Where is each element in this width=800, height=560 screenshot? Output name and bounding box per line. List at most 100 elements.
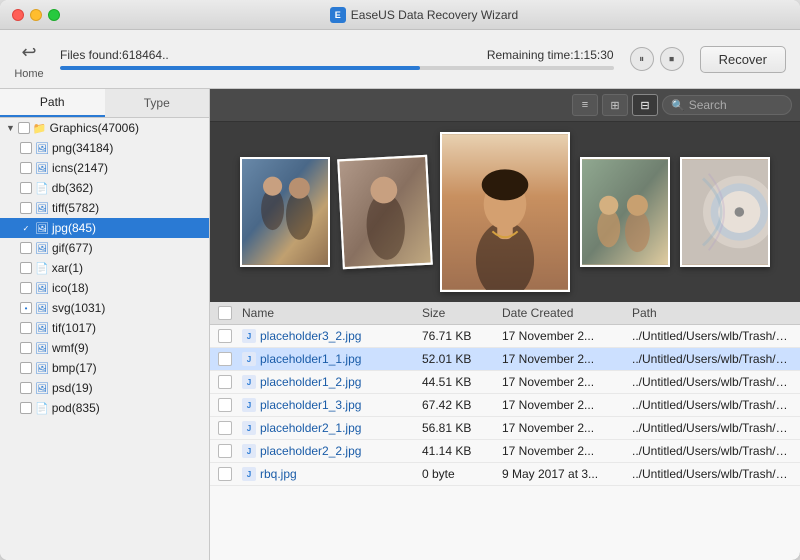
- file-checkbox-6[interactable]: [218, 444, 232, 458]
- checkbox-svg[interactable]: •: [20, 302, 32, 314]
- file-checkbox-1[interactable]: [218, 329, 232, 343]
- file-date-4: 17 November 2...: [502, 398, 632, 412]
- file-row[interactable]: J placeholder2_1.jpg 56.81 KB 17 Novembe…: [210, 417, 800, 440]
- sidebar-item-bmp[interactable]: 🖼 bmp(17): [0, 358, 209, 378]
- app-window: E EaseUS Data Recovery Wizard ↩ Home Fil…: [0, 0, 800, 560]
- thumbnails-area: [210, 122, 800, 302]
- checkbox-xar[interactable]: [20, 262, 32, 274]
- thumbnail-1[interactable]: [240, 157, 330, 267]
- select-all-checkbox[interactable]: [218, 306, 232, 320]
- sidebar: Path Type ▼ 📁 Graphics(47006) 🖼 png(3418…: [0, 89, 210, 560]
- home-label: Home: [14, 68, 43, 80]
- file-type-icon-3: J: [242, 375, 256, 389]
- file-type-icon-6: J: [242, 444, 256, 458]
- stop-button[interactable]: ⏹: [660, 47, 684, 71]
- file-icon-pod: 📄: [35, 402, 49, 415]
- thumbnail-5[interactable]: [680, 157, 770, 267]
- file-path-2: ../Untitled/Users/wlb/Trash/paul'...: [632, 352, 792, 366]
- file-row[interactable]: J rbq.jpg 0 byte 9 May 2017 at 3... ../U…: [210, 463, 800, 486]
- sidebar-item-jpg[interactable]: 🖼 jpg(845): [0, 218, 209, 238]
- main-content: Path Type ▼ 📁 Graphics(47006) 🖼 png(3418…: [0, 89, 800, 560]
- thumbnail-4[interactable]: [580, 157, 670, 267]
- file-date-6: 17 November 2...: [502, 444, 632, 458]
- file-type-icon-2: J: [242, 352, 256, 366]
- thumb-view-button[interactable]: ⊟: [632, 94, 658, 116]
- file-date-1: 17 November 2...: [502, 329, 632, 343]
- file-row[interactable]: J placeholder1_1.jpg 52.01 KB 17 Novembe…: [210, 348, 800, 371]
- sidebar-item-pod[interactable]: 📄 pod(835): [0, 398, 209, 418]
- item-label-jpg: jpg(845): [52, 221, 96, 235]
- close-button[interactable]: [12, 9, 24, 21]
- progress-bar: [60, 66, 614, 70]
- checkbox-graphics[interactable]: [18, 122, 30, 134]
- file-checkbox-4[interactable]: [218, 398, 232, 412]
- file-size-2: 52.01 KB: [422, 352, 502, 366]
- sidebar-item-db[interactable]: 📄 db(362): [0, 178, 209, 198]
- thumbnail-3[interactable]: [440, 132, 570, 292]
- file-row[interactable]: J placeholder1_3.jpg 67.42 KB 17 Novembe…: [210, 394, 800, 417]
- file-checkbox-7[interactable]: [218, 467, 232, 481]
- checkbox-ico[interactable]: [20, 282, 32, 294]
- back-button[interactable]: ↩: [14, 38, 44, 66]
- sidebar-item-tiff1[interactable]: 🖼 tiff(5782): [0, 198, 209, 218]
- sidebar-item-icns[interactable]: 🖼 icns(2147): [0, 158, 209, 178]
- checkbox-gif[interactable]: [20, 242, 32, 254]
- sidebar-item-graphics[interactable]: ▼ 📁 Graphics(47006): [0, 118, 209, 138]
- file-checkbox-5[interactable]: [218, 421, 232, 435]
- sidebar-item-psd[interactable]: 🖼 psd(19): [0, 378, 209, 398]
- home-section: ↩ Home: [14, 38, 44, 80]
- file-row[interactable]: J placeholder1_2.jpg 44.51 KB 17 Novembe…: [210, 371, 800, 394]
- checkbox-pod[interactable]: [20, 402, 32, 414]
- item-label-xar: xar(1): [52, 261, 83, 275]
- window-controls: [12, 9, 60, 21]
- progress-bar-fill: [60, 66, 420, 70]
- thumb-image-1: [242, 159, 328, 265]
- remaining-text: Remaining time:1:15:30: [487, 48, 614, 62]
- grid-view-button[interactable]: ⊞: [602, 94, 628, 116]
- sidebar-item-ico[interactable]: 🖼 ico(18): [0, 278, 209, 298]
- item-label-ico: ico(18): [52, 281, 89, 295]
- minimize-button[interactable]: [30, 9, 42, 21]
- file-checkbox-3[interactable]: [218, 375, 232, 389]
- file-date-5: 17 November 2...: [502, 421, 632, 435]
- header-check: [218, 306, 242, 320]
- maximize-button[interactable]: [48, 9, 60, 21]
- item-label-graphics: Graphics(47006): [50, 121, 139, 135]
- file-icon-tiff2: 🖼: [35, 322, 49, 335]
- file-checkbox-2[interactable]: [218, 352, 232, 366]
- sidebar-item-wmf[interactable]: 🖼 wmf(9): [0, 338, 209, 358]
- sidebar-item-gif[interactable]: 🖼 gif(677): [0, 238, 209, 258]
- file-type-icon-1: J: [242, 329, 256, 343]
- sidebar-item-tiff2[interactable]: 🖼 tif(1017): [0, 318, 209, 338]
- sidebar-item-svg[interactable]: • 🖼 svg(1031): [0, 298, 209, 318]
- file-row[interactable]: J placeholder3_2.jpg 76.71 KB 17 Novembe…: [210, 325, 800, 348]
- search-box[interactable]: 🔍 Search: [662, 95, 792, 115]
- file-icon-psd: 🖼: [35, 382, 49, 395]
- file-icon-jpg: 🖼: [35, 222, 49, 235]
- thumb-image-3: [442, 134, 568, 290]
- checkbox-bmp[interactable]: [20, 362, 32, 374]
- file-name-2: placeholder1_1.jpg: [260, 352, 422, 366]
- list-view-button[interactable]: ≡: [572, 94, 598, 116]
- thumbnail-2[interactable]: [337, 155, 433, 270]
- sidebar-item-xar[interactable]: 📄 xar(1): [0, 258, 209, 278]
- checkbox-png[interactable]: [20, 142, 32, 154]
- remaining-label: Remaining time:: [487, 48, 574, 62]
- checkbox-psd[interactable]: [20, 382, 32, 394]
- sidebar-item-png[interactable]: 🖼 png(34184): [0, 138, 209, 158]
- file-icon-db: 📄: [35, 182, 49, 195]
- item-label-db: db(362): [52, 181, 93, 195]
- file-path-6: ../Untitled/Users/wlb/Trash/paul'...: [632, 444, 792, 458]
- checkbox-jpg[interactable]: [20, 222, 32, 234]
- checkbox-db[interactable]: [20, 182, 32, 194]
- tab-type[interactable]: Type: [105, 89, 210, 117]
- tab-path[interactable]: Path: [0, 89, 105, 117]
- checkbox-icns[interactable]: [20, 162, 32, 174]
- checkbox-wmf[interactable]: [20, 342, 32, 354]
- checkbox-tiff1[interactable]: [20, 202, 32, 214]
- file-icon-gif: 🖼: [35, 242, 49, 255]
- recover-button[interactable]: Recover: [700, 46, 786, 73]
- checkbox-tiff2[interactable]: [20, 322, 32, 334]
- file-row[interactable]: J placeholder2_2.jpg 41.14 KB 17 Novembe…: [210, 440, 800, 463]
- pause-button[interactable]: ⏸: [630, 47, 654, 71]
